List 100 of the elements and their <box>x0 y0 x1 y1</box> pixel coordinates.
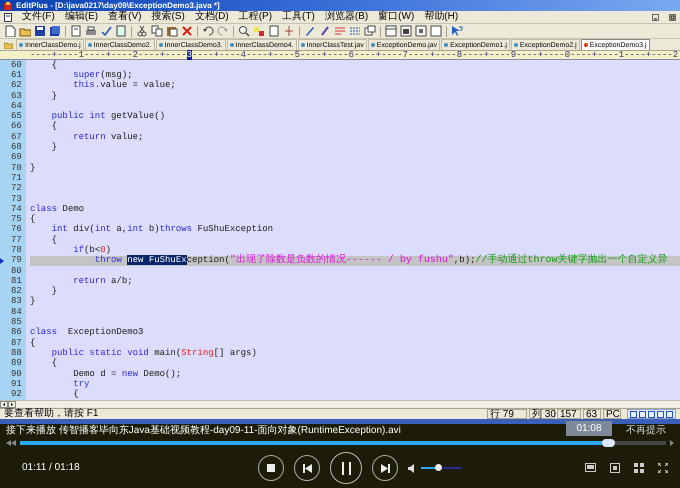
window-icon[interactable] <box>430 25 442 37</box>
menu-item[interactable]: 帮助(H) <box>424 12 458 22</box>
line-number: 87 <box>11 338 22 348</box>
line-number: 84 <box>11 308 22 317</box>
input-method-bar[interactable] <box>627 409 676 419</box>
printer-icon[interactable] <box>85 25 97 37</box>
previous-button[interactable] <box>294 455 320 481</box>
new-file-icon[interactable] <box>4 25 16 37</box>
volume-icon[interactable] <box>408 464 417 472</box>
line-number: 82 <box>11 287 22 296</box>
code-line: { <box>30 338 36 348</box>
window-title: EditPlus - [D:\java0217\day09\ExceptionDemo3.java *] <box>16 2 220 10</box>
menu-item[interactable]: 文档(D) <box>194 12 229 22</box>
ruler-icon[interactable] <box>349 25 361 37</box>
menu-item[interactable]: 工程(P) <box>238 12 272 22</box>
progress-thumb[interactable] <box>602 439 615 447</box>
line-number: 79 <box>11 256 22 266</box>
pause-button[interactable] <box>330 452 362 484</box>
code-line: { <box>30 214 36 225</box>
fullscreen-icon[interactable] <box>658 463 668 473</box>
code-line: } <box>30 296 36 308</box>
code-line: { <box>50 235 58 246</box>
screen-icon[interactable] <box>585 463 596 473</box>
undo-icon[interactable] <box>202 25 214 37</box>
code-line: } <box>50 142 58 153</box>
wrap-icon[interactable] <box>334 25 346 37</box>
record-icon[interactable] <box>610 463 620 473</box>
code-line: try <box>72 379 90 390</box>
menu-item[interactable]: 工具(T) <box>282 12 315 22</box>
line-indicator: 行 79 <box>487 409 527 419</box>
window-icon[interactable] <box>415 25 427 37</box>
page-icon[interactable] <box>268 25 280 37</box>
scissors-icon[interactable] <box>136 25 148 37</box>
code-line: super(msg); <box>72 70 134 80</box>
status-field: 63 <box>583 409 601 419</box>
time-tooltip: 01:08 <box>566 421 612 436</box>
current-line-icon <box>0 258 4 264</box>
line-number: 77 <box>11 236 22 245</box>
mode-indicator: PC <box>603 409 621 419</box>
line-number: 90 <box>11 370 22 379</box>
next-button[interactable] <box>372 455 398 481</box>
spell-check-icon[interactable] <box>100 25 112 37</box>
progress-bar[interactable] <box>20 441 666 445</box>
rewind-icon[interactable] <box>6 440 16 446</box>
line-number: 69 <box>11 153 22 162</box>
column-icon[interactable] <box>283 25 295 37</box>
document-icon <box>4 12 12 22</box>
scroll-left-icon[interactable] <box>0 401 8 408</box>
delete-icon[interactable] <box>181 25 193 37</box>
restore-button[interactable] <box>669 14 676 20</box>
line-number: 85 <box>11 318 22 328</box>
page-icon[interactable] <box>70 25 82 37</box>
minimize-button[interactable] <box>652 14 659 20</box>
line-number: 80 <box>11 266 22 276</box>
line-number: 68 <box>11 143 22 152</box>
code-line: } <box>30 162 36 174</box>
help-pointer-icon[interactable] <box>451 25 463 37</box>
code-line: public static void main(String[] args) <box>50 348 258 358</box>
pen-icon[interactable] <box>304 25 316 37</box>
menu-item[interactable]: 浏览器(B) <box>324 12 368 22</box>
line-number: 66 <box>11 122 22 132</box>
window-icon[interactable] <box>400 25 412 37</box>
copy-icon[interactable] <box>151 25 163 37</box>
volume-thumb[interactable] <box>434 464 442 471</box>
code-line: } <box>50 286 58 297</box>
brush-icon[interactable] <box>319 25 331 37</box>
menu-item[interactable]: 查看(V) <box>108 12 142 22</box>
folder-icon[interactable] <box>4 41 13 49</box>
line-number: 91 <box>11 380 22 389</box>
code-line: Demo d = new Demo(); <box>72 368 182 380</box>
menu-item[interactable]: 文件(F) <box>22 12 55 22</box>
menu-item[interactable]: 搜索(S) <box>151 12 185 22</box>
window-icon[interactable] <box>385 25 397 37</box>
code-line: { <box>50 60 58 70</box>
grid-icon[interactable] <box>634 463 644 473</box>
windows-icon[interactable] <box>364 25 376 37</box>
page-icon[interactable] <box>115 25 127 37</box>
code-line: class ExceptionDemo3 <box>30 328 144 338</box>
stop-button[interactable] <box>258 455 284 481</box>
line-number: 83 <box>11 297 22 306</box>
line-number: 71 <box>11 174 22 183</box>
line-number: 60 <box>11 60 22 70</box>
line-number: 88 <box>11 348 22 358</box>
save-icon[interactable] <box>34 25 46 37</box>
menu-item[interactable]: 编辑(E) <box>64 12 98 22</box>
stop-icon <box>267 464 275 472</box>
scroll-right-icon[interactable] <box>8 401 16 408</box>
save-all-icon[interactable] <box>49 25 61 37</box>
horizontal-scrollbar[interactable] <box>0 400 680 408</box>
replace-icon[interactable] <box>253 25 265 37</box>
forward-icon[interactable] <box>670 440 674 446</box>
code-line: } <box>50 90 58 102</box>
search-icon[interactable] <box>238 25 250 37</box>
menu-item[interactable]: 窗口(W) <box>378 12 414 22</box>
line-number: 86 <box>11 328 22 338</box>
dismiss-link[interactable]: 不再提示 <box>626 426 666 436</box>
code-line: { <box>50 358 58 369</box>
line-number: 89 <box>11 359 22 368</box>
code-line: public int getValue() <box>50 111 166 122</box>
paste-icon[interactable] <box>166 25 178 37</box>
